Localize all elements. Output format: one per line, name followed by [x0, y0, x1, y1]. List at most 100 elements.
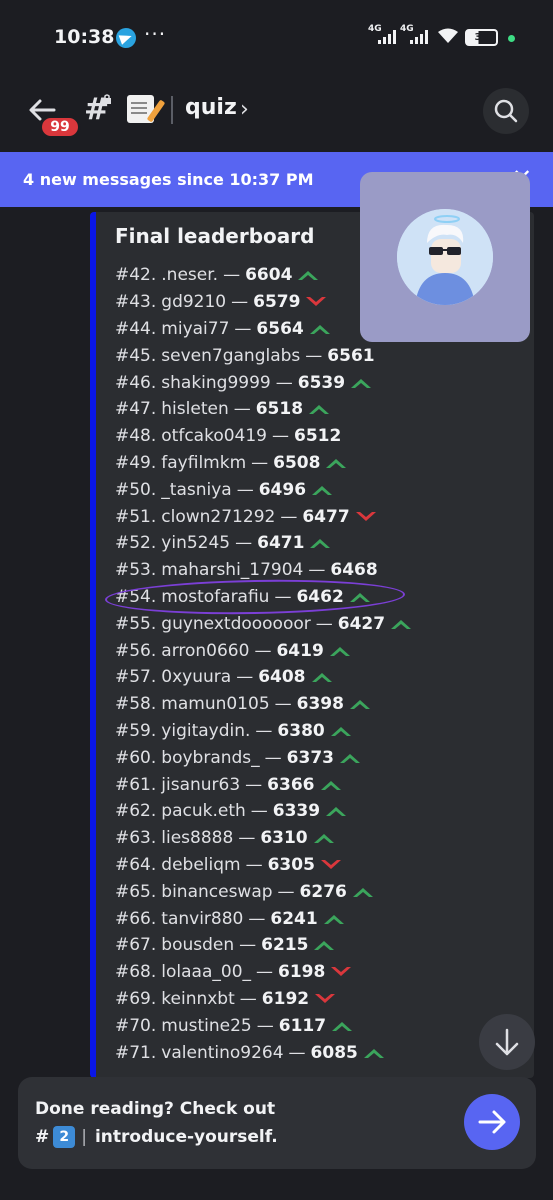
row-username: tanvir880 [161, 908, 244, 929]
row-rank: #49. [115, 452, 157, 473]
trend-up-icon [326, 807, 347, 817]
row-username: lolaaa_00_ [161, 962, 252, 983]
row-score: 6468 [330, 560, 378, 581]
row-separator: — [256, 1015, 274, 1036]
row-username: keinnxbt [161, 988, 235, 1009]
cta-channel-link[interactable]: # 2 | introduce-yourself. [35, 1126, 278, 1148]
go-to-channel-button[interactable] [464, 1094, 520, 1150]
row-score: 6085 [310, 1042, 358, 1063]
row-rank: #50. [115, 479, 157, 500]
row-rank: #61. [115, 774, 157, 795]
row-score: 6518 [255, 399, 304, 420]
row-separator: — [256, 962, 274, 983]
row-rank: #66. [115, 908, 157, 929]
search-button[interactable] [483, 88, 529, 134]
row-separator: — [235, 533, 253, 554]
row-rank: #68. [115, 962, 157, 983]
row-score: 6408 [258, 667, 306, 688]
row-rank: #62. [115, 801, 157, 822]
row-username: mustine25 [161, 1015, 252, 1036]
search-icon [494, 99, 518, 123]
row-score: 6373 [286, 747, 334, 768]
row-score: 6117 [278, 1015, 327, 1036]
trend-up-icon [298, 271, 319, 281]
leaderboard-row: #61. jisanur63—6366 [115, 771, 413, 798]
row-username: .neser. [161, 265, 219, 286]
trend-down-icon [320, 859, 341, 869]
row-username: maharshi_17904 [161, 560, 304, 581]
trend-up-icon [363, 1048, 384, 1058]
row-score: 6427 [337, 613, 386, 634]
row-score: 6380 [277, 720, 325, 741]
row-rank: #47. [115, 399, 157, 420]
leaderboard-row: #67. bousden —6215 [115, 932, 413, 959]
trend-up-icon [314, 941, 335, 951]
row-separator: — [245, 854, 263, 875]
chevron-right-icon[interactable]: › [240, 97, 249, 122]
trend-up-icon [351, 378, 372, 388]
row-username: guynextdoooooor [161, 613, 311, 634]
status-time: 10:38 [54, 26, 115, 48]
trend-up-icon [391, 619, 412, 629]
row-rank: #45. [115, 345, 157, 366]
row-separator: — [277, 881, 295, 902]
cta-text: Done reading? Check out [35, 1099, 276, 1119]
signal-icon-2 [410, 30, 428, 44]
row-score: 6539 [297, 372, 346, 393]
trend-up-icon [326, 458, 347, 468]
avatar-illustration [397, 209, 493, 305]
cta-separator: | [81, 1127, 87, 1147]
leaderboard-row: #51. clown271292—6477 [115, 503, 413, 530]
row-rank: #53. [115, 560, 157, 581]
trend-up-icon [323, 914, 344, 924]
row-username: binanceswap [161, 881, 273, 902]
row-separator: — [245, 774, 263, 795]
row-rank: #70. [115, 1015, 157, 1036]
avatar [397, 209, 493, 305]
trend-down-icon [331, 967, 352, 977]
row-separator: — [255, 720, 273, 741]
jump-to-bottom-button[interactable] [479, 1014, 535, 1070]
row-score: 6508 [273, 452, 321, 473]
row-separator: — [236, 667, 254, 688]
trend-up-icon [309, 405, 330, 415]
row-rank: #57. [115, 667, 157, 688]
battery-level: 39 [474, 32, 489, 43]
leaderboard-row: #59. yigitaydin. —6380 [115, 718, 413, 745]
row-separator: — [239, 935, 257, 956]
channel-name[interactable]: quiz [185, 95, 237, 120]
channel-header: 99 # quiz › [0, 78, 553, 146]
done-reading-card: Done reading? Check out # 2 | introduce-… [18, 1077, 536, 1169]
row-separator: — [280, 506, 298, 527]
row-rank: #69. [115, 988, 157, 1009]
leaderboard-row: #66. tanvir880—6241 [115, 905, 413, 932]
row-rank: #67. [115, 935, 157, 956]
new-messages-text: 4 new messages since 10:37 PM [23, 170, 314, 189]
row-username: bousden [161, 935, 235, 956]
avatar-card[interactable] [360, 172, 530, 342]
row-rank: #55. [115, 613, 157, 634]
row-username: 0xyuura [161, 667, 232, 688]
leaderboard-row: #52. yin5245—6471 [115, 530, 413, 557]
leaderboard-row: #56. arron0660—6419 [115, 637, 413, 664]
row-username: seven7ganglabs [161, 345, 301, 366]
cta-channel-name: introduce-yourself. [94, 1127, 278, 1147]
row-rank: #60. [115, 747, 157, 768]
row-separator: — [234, 318, 252, 339]
row-username: gd9210 [161, 292, 227, 313]
leaderboard-row: #48. otfcako0419—6512 [115, 423, 413, 450]
row-separator: — [238, 828, 256, 849]
row-username: shaking9999 [161, 372, 271, 393]
row-separator: — [248, 908, 266, 929]
row-score: 6419 [276, 640, 324, 661]
row-score: 6366 [267, 774, 315, 795]
row-separator: — [254, 640, 272, 661]
row-username: fayfilmkm [161, 452, 247, 473]
row-rank: #44. [115, 318, 157, 339]
telegram-icon [116, 28, 136, 48]
row-score: 6276 [299, 881, 347, 902]
trend-up-icon [339, 753, 360, 763]
trend-up-icon [320, 780, 341, 790]
trend-down-icon [355, 511, 376, 521]
leaderboard-row: #69. keinnxbt —6192 [115, 986, 413, 1013]
